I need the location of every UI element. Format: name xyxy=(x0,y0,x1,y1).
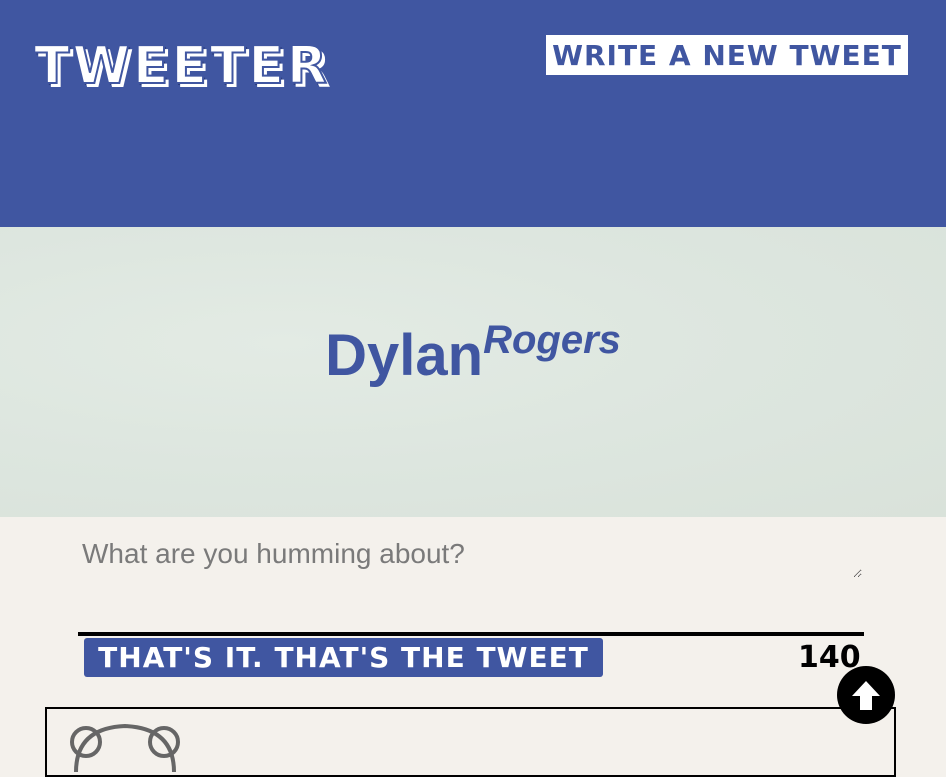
tweet-compose-input[interactable] xyxy=(82,538,862,578)
arrow-up-icon xyxy=(852,681,880,710)
compose-divider xyxy=(78,632,864,636)
profile-last-name: Rogers xyxy=(483,318,621,362)
top-nav: TWEETER WRITE A NEW TWEET xyxy=(0,0,946,227)
write-new-tweet-button[interactable]: WRITE A NEW TWEET xyxy=(546,35,908,75)
profile-first-name: Dylan xyxy=(325,323,484,388)
profile-name: DylanRogers xyxy=(0,318,946,389)
submit-tweet-button[interactable]: THAT'S IT. THAT'S THE TWEET xyxy=(84,638,603,677)
app-logo[interactable]: TWEETER xyxy=(33,34,330,98)
scroll-to-top-button[interactable] xyxy=(837,666,895,724)
avatar-icon xyxy=(70,723,180,772)
